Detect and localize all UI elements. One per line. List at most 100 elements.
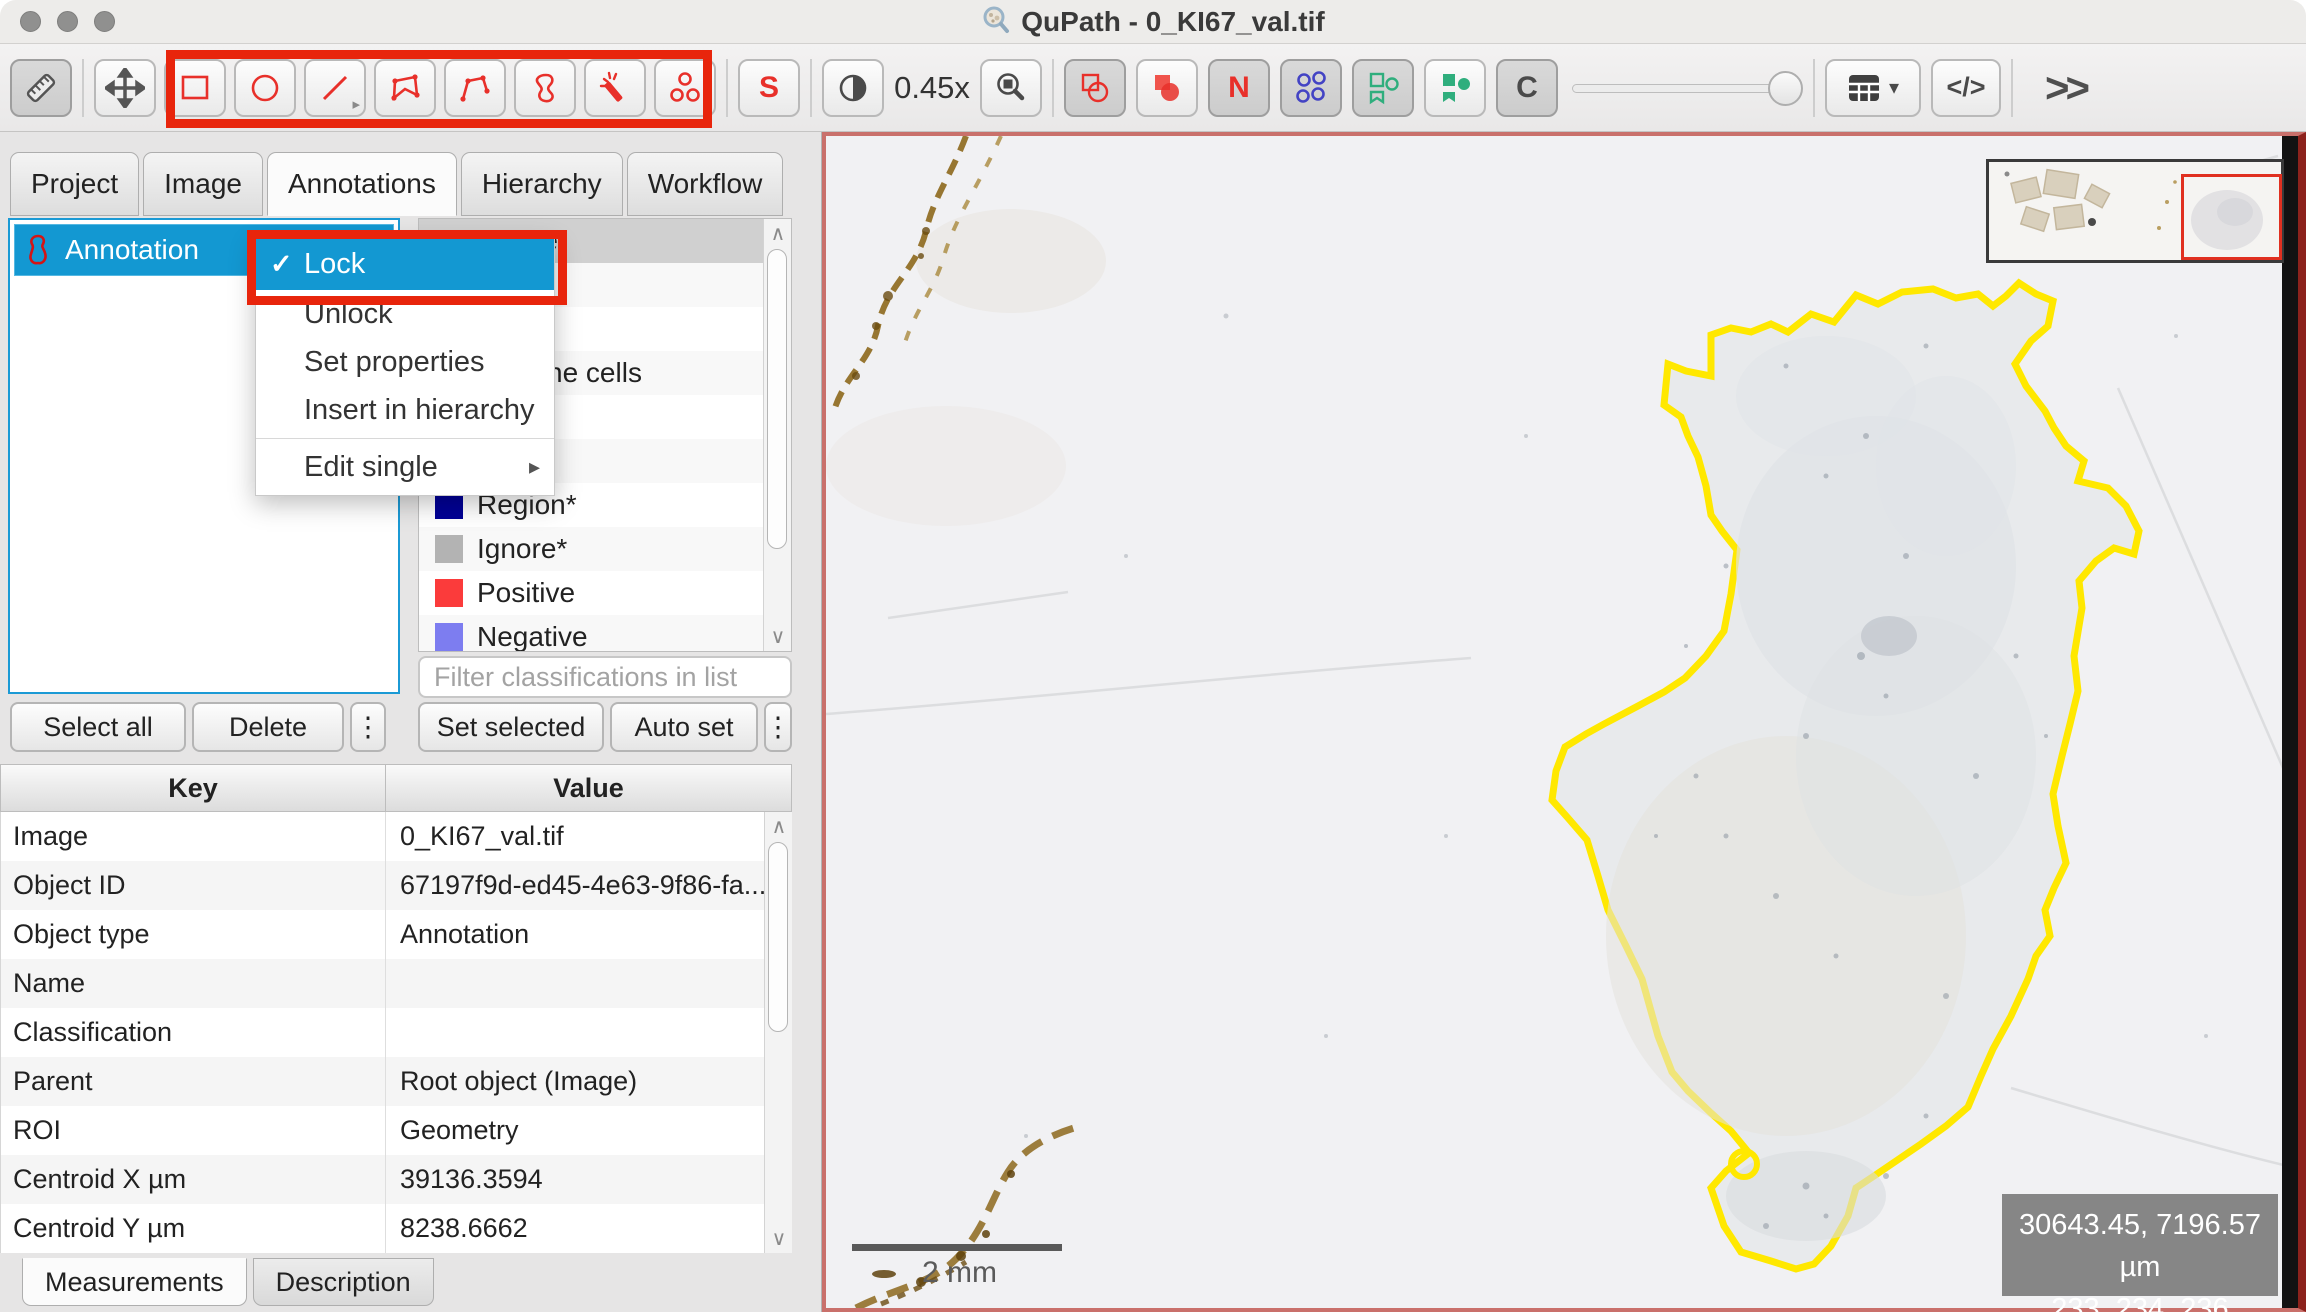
properties-scrollbar[interactable]: ∧ ∨ bbox=[764, 812, 792, 1253]
points-tool-button[interactable] bbox=[654, 59, 716, 117]
measurements-tabs: Measurements Description bbox=[22, 1258, 434, 1306]
class-row-ignore[interactable]: Ignore* bbox=[419, 527, 763, 571]
polyline-icon bbox=[456, 69, 494, 107]
opacity-slider[interactable] bbox=[1568, 59, 1803, 117]
table-row: Centroid Y µm8238.6662 bbox=[1, 1204, 792, 1253]
brightness-contrast-button[interactable] bbox=[822, 59, 884, 117]
opacity-slider-knob[interactable] bbox=[1768, 71, 1803, 106]
line-icon bbox=[316, 69, 354, 107]
cursor-location-microns: 30643.45, 7196.57 µm bbox=[2002, 1204, 2278, 1288]
menu-item-lock[interactable]: ✓ Lock bbox=[256, 238, 554, 290]
overview-thumbnail[interactable] bbox=[1986, 159, 2284, 263]
tab-annotations[interactable]: Annotations bbox=[267, 152, 457, 216]
scroll-down-arrow[interactable]: ∨ bbox=[765, 1226, 793, 1251]
app-icon bbox=[981, 5, 1011, 40]
tab-image[interactable]: Image bbox=[143, 152, 263, 216]
table-dropdown-arrow: ▾ bbox=[1889, 75, 1899, 100]
polygon-icon bbox=[386, 69, 424, 107]
class-row-negative[interactable]: Negative bbox=[419, 615, 763, 651]
scroll-up-arrow[interactable]: ∧ bbox=[764, 221, 792, 246]
show-detections-icon bbox=[1364, 69, 1402, 107]
move-tool-button[interactable] bbox=[94, 59, 156, 117]
zoom-to-fit-button[interactable] bbox=[980, 59, 1042, 117]
object-properties-table: Key Value Image0_KI67_val.tif Object ID6… bbox=[0, 764, 792, 1253]
magnification-label[interactable]: 0.45x bbox=[884, 70, 980, 106]
show-annotations-button[interactable] bbox=[1064, 59, 1126, 117]
properties-header: Key Value bbox=[0, 764, 792, 812]
brush-tool-button[interactable] bbox=[514, 59, 576, 117]
show-names-label: N bbox=[1228, 71, 1250, 105]
show-connections-button[interactable]: C bbox=[1496, 59, 1558, 117]
menu-item-insert-in-hierarchy[interactable]: Insert in hierarchy bbox=[256, 386, 554, 434]
table-row: Classification bbox=[1, 1008, 792, 1057]
polyline-tool-button[interactable] bbox=[444, 59, 506, 117]
fill-detections-button[interactable] bbox=[1424, 59, 1486, 117]
line-tool-dropdown-arrow[interactable]: ▸ bbox=[352, 95, 360, 113]
tab-measurements[interactable]: Measurements bbox=[22, 1258, 247, 1306]
set-selected-button[interactable]: Set selected bbox=[418, 702, 604, 752]
fill-detections-icon bbox=[1436, 69, 1474, 107]
show-names-button[interactable]: N bbox=[1208, 59, 1270, 117]
auto-set-button[interactable]: Auto set bbox=[610, 702, 758, 752]
table-row: ROIGeometry bbox=[1, 1106, 792, 1155]
annotation-item-label: Annotation bbox=[65, 234, 199, 266]
tab-description[interactable]: Description bbox=[253, 1258, 434, 1306]
scroll-up-arrow[interactable]: ∧ bbox=[765, 814, 793, 839]
slide-viewer[interactable]: 30643.45, 7196.57 µm 233, 234, 236 2 mm bbox=[822, 132, 2306, 1312]
rectangle-tool-button[interactable] bbox=[164, 59, 226, 117]
menu-item-set-properties[interactable]: Set properties bbox=[256, 338, 554, 386]
script-editor-button[interactable]: </> bbox=[1931, 59, 2001, 117]
image-boundary-strip bbox=[2282, 136, 2298, 1308]
menu-item-unlock[interactable]: Unlock bbox=[256, 290, 554, 338]
show-detections-button[interactable] bbox=[1352, 59, 1414, 117]
show-tma-grid-button[interactable] bbox=[1280, 59, 1342, 117]
table-row: Centroid X µm39136.3594 bbox=[1, 1155, 792, 1204]
main-toolbar: ▸ S 0.45x bbox=[0, 44, 2306, 132]
checkmark-icon: ✓ bbox=[270, 249, 304, 280]
tab-project[interactable]: Project bbox=[10, 152, 139, 216]
table-row: Object typeAnnotation bbox=[1, 910, 792, 959]
measure-tool-button[interactable] bbox=[10, 59, 72, 117]
wand-tool-button[interactable] bbox=[584, 59, 646, 117]
table-row: ParentRoot object (Image) bbox=[1, 1057, 792, 1106]
measurement-table-button[interactable]: ▾ bbox=[1825, 59, 1921, 117]
menu-item-edit-single[interactable]: Edit single ▸ bbox=[256, 443, 554, 491]
key-header[interactable]: Key bbox=[1, 765, 386, 811]
scrollbar-thumb[interactable] bbox=[767, 249, 787, 549]
classification-scrollbar[interactable]: ∧ ∨ bbox=[763, 219, 791, 651]
toolbar-overflow-button[interactable]: >> bbox=[2045, 64, 2086, 112]
scalebar-line bbox=[852, 1244, 1062, 1251]
viewport-rectangle[interactable] bbox=[2181, 174, 2282, 260]
ruler-icon bbox=[21, 68, 61, 108]
scrollbar-thumb[interactable] bbox=[768, 842, 788, 1032]
tab-workflow[interactable]: Workflow bbox=[627, 152, 784, 216]
window-title: QuPath - 0_KI67_val.tif bbox=[1021, 6, 1324, 38]
ellipse-icon bbox=[246, 69, 284, 107]
select-all-button[interactable]: Select all bbox=[10, 702, 186, 752]
class-swatch bbox=[435, 579, 463, 607]
scalebar-label: 2 mm bbox=[922, 1256, 997, 1290]
selection-mode-button[interactable]: S bbox=[738, 59, 800, 117]
tma-grid-icon bbox=[1292, 69, 1330, 107]
fill-annotations-button[interactable] bbox=[1136, 59, 1198, 117]
table-row: Name bbox=[1, 959, 792, 1008]
opacity-slider-track bbox=[1572, 84, 1799, 93]
polygon-tool-button[interactable] bbox=[374, 59, 436, 117]
tab-hierarchy[interactable]: Hierarchy bbox=[461, 152, 623, 216]
value-header[interactable]: Value bbox=[386, 765, 791, 811]
drawing-tools-group: ▸ bbox=[156, 59, 654, 117]
points-icon bbox=[666, 69, 704, 107]
class-row-positive[interactable]: Positive bbox=[419, 571, 763, 615]
table-row: Object ID67197f9d-ed45-4e63-9f86-fa... bbox=[1, 861, 792, 910]
classification-filter-input[interactable] bbox=[418, 656, 792, 698]
classification-more-button[interactable]: ⋮ bbox=[764, 702, 792, 752]
line-tool-button[interactable]: ▸ bbox=[304, 59, 366, 117]
ellipse-tool-button[interactable] bbox=[234, 59, 296, 117]
delete-button[interactable]: Delete bbox=[192, 702, 344, 752]
annotation-more-button[interactable]: ⋮ bbox=[350, 702, 386, 752]
scroll-down-arrow[interactable]: ∨ bbox=[764, 624, 792, 649]
rectangle-icon bbox=[176, 69, 214, 107]
zoom-region-icon bbox=[992, 69, 1030, 107]
slide-image bbox=[826, 136, 2302, 1308]
panel-tabs: Project Image Annotations Hierarchy Work… bbox=[10, 152, 783, 216]
